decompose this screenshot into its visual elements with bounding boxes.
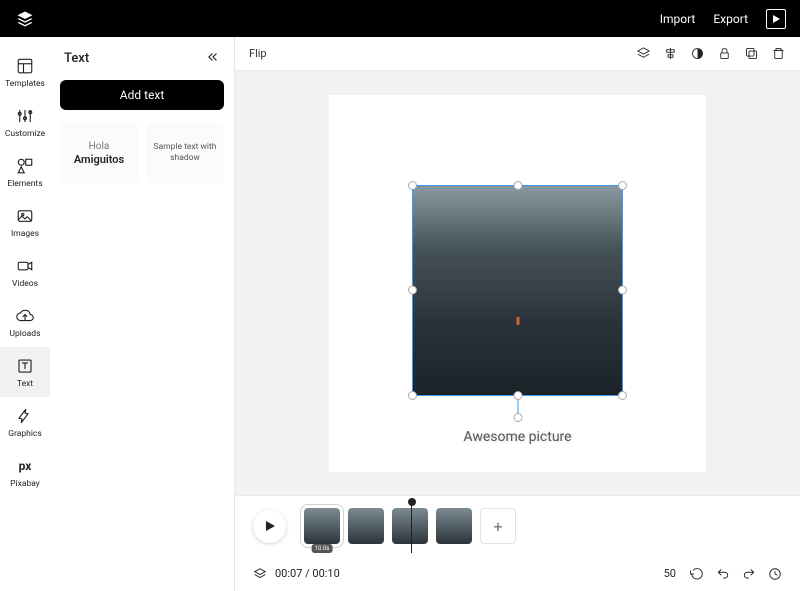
preset-line1: Hola xyxy=(89,141,110,152)
lock-icon[interactable] xyxy=(717,46,732,61)
customize-icon xyxy=(16,106,34,126)
context-toolbar: Flip xyxy=(235,37,800,71)
trash-icon[interactable] xyxy=(771,46,786,61)
preset-line2: Amiguitos xyxy=(74,153,124,166)
nav-label-images: Images xyxy=(11,229,39,239)
elements-icon xyxy=(16,156,34,176)
align-icon[interactable] xyxy=(663,46,678,61)
graphics-icon xyxy=(16,406,34,426)
layers-small-icon[interactable] xyxy=(253,567,267,581)
images-icon xyxy=(16,206,34,226)
clip-track: 10.0s + xyxy=(304,508,516,544)
timeline: 10.0s + 00:07 / 00:10 50 xyxy=(235,495,800,591)
zoom-value[interactable]: 50 xyxy=(664,567,676,580)
clip-1[interactable]: 10.0s xyxy=(304,508,340,544)
nav-elements[interactable]: Elements xyxy=(0,147,50,197)
add-text-button[interactable]: Add text xyxy=(60,80,224,110)
uploads-icon xyxy=(16,306,34,326)
clip-duration-badge: 10.0s xyxy=(312,544,333,553)
canvas[interactable]: Awesome picture xyxy=(329,95,706,472)
nav-label-customize: Customize xyxy=(5,129,45,139)
playhead[interactable] xyxy=(411,501,412,553)
nav-uploads[interactable]: Uploads xyxy=(0,297,50,347)
image-subject xyxy=(516,317,519,325)
videos-icon xyxy=(16,256,34,276)
nav-label-videos: Videos xyxy=(12,279,38,289)
playback-time: 00:07 / 00:10 xyxy=(275,567,340,580)
rotate-handle[interactable] xyxy=(513,413,522,422)
text-icon xyxy=(16,356,34,376)
nav-text[interactable]: Text xyxy=(0,347,50,397)
left-nav: Templates Customize Elements Images Vide… xyxy=(0,37,50,591)
import-button[interactable]: Import xyxy=(660,12,696,26)
add-clip-button[interactable]: + xyxy=(480,508,516,544)
resize-handle-mr[interactable] xyxy=(618,286,627,295)
text-preset-shadow[interactable]: Sample text with shadow xyxy=(146,122,224,184)
top-bar: Import Export xyxy=(0,0,800,37)
nav-graphics[interactable]: Graphics xyxy=(0,397,50,447)
nav-label-elements: Elements xyxy=(7,179,42,189)
redo-icon[interactable] xyxy=(742,567,756,581)
resize-handle-ml[interactable] xyxy=(408,286,417,295)
nav-label-pixabay: Pixabay xyxy=(10,479,40,489)
collapse-panel-button[interactable] xyxy=(206,49,220,68)
nav-label-uploads: Uploads xyxy=(9,329,40,339)
preview-play-button[interactable] xyxy=(766,9,786,29)
canvas-area[interactable]: Awesome picture xyxy=(235,71,800,495)
nav-label-text: Text xyxy=(17,379,33,389)
nav-pixabay[interactable]: px Pixabay xyxy=(0,447,50,497)
clip-4[interactable] xyxy=(436,508,472,544)
templates-icon xyxy=(16,56,34,76)
status-bar: 00:07 / 00:10 50 xyxy=(235,556,800,591)
nav-customize[interactable]: Customize xyxy=(0,97,50,147)
resize-handle-bl[interactable] xyxy=(408,391,417,400)
pixabay-icon: px xyxy=(19,456,32,476)
undo-icon[interactable] xyxy=(716,567,730,581)
nav-videos[interactable]: Videos xyxy=(0,247,50,297)
history-icon[interactable] xyxy=(768,567,782,581)
text-panel: Text Add text Hola Amiguitos Sample text… xyxy=(50,37,235,591)
clip-3[interactable] xyxy=(392,508,428,544)
preset-shadow-text: Sample text with shadow xyxy=(150,142,220,164)
nav-images[interactable]: Images xyxy=(0,197,50,247)
contrast-icon[interactable] xyxy=(690,46,705,61)
export-button[interactable]: Export xyxy=(713,12,748,26)
app-logo xyxy=(0,10,50,28)
text-preset-hola[interactable]: Hola Amiguitos xyxy=(60,122,138,184)
nav-label-graphics: Graphics xyxy=(8,429,42,439)
clip-2[interactable] xyxy=(348,508,384,544)
duplicate-icon[interactable] xyxy=(744,46,759,61)
resize-handle-tl[interactable] xyxy=(408,181,417,190)
resize-handle-tm[interactable] xyxy=(513,181,522,190)
workspace: Flip xyxy=(235,37,800,591)
selected-image[interactable] xyxy=(412,185,623,396)
panel-title: Text xyxy=(64,51,89,66)
resize-handle-br[interactable] xyxy=(618,391,627,400)
flip-button[interactable]: Flip xyxy=(249,47,267,60)
caption-text[interactable]: Awesome picture xyxy=(463,429,571,445)
nav-label-templates: Templates xyxy=(5,79,45,89)
layers-icon[interactable] xyxy=(636,46,651,61)
nav-templates[interactable]: Templates xyxy=(0,47,50,97)
resize-handle-tr[interactable] xyxy=(618,181,627,190)
loop-icon[interactable] xyxy=(690,567,704,581)
play-button[interactable] xyxy=(253,510,286,543)
resize-handle-bm[interactable] xyxy=(513,391,522,400)
